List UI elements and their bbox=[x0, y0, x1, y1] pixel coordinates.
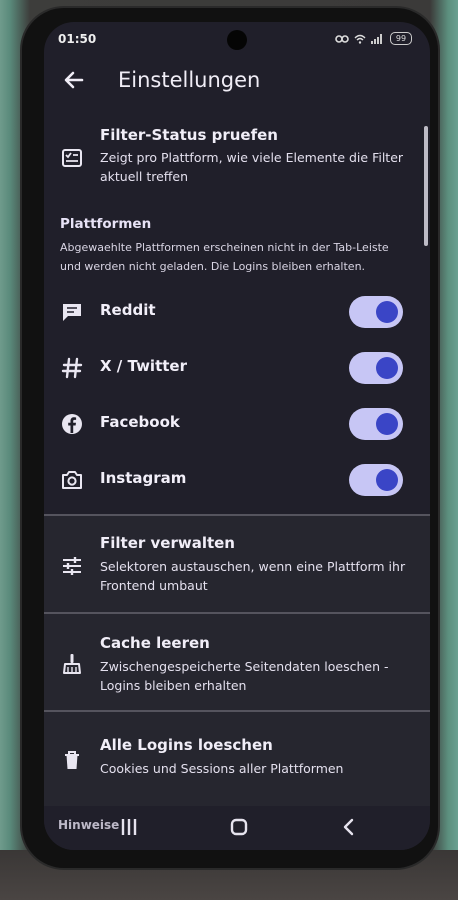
app-bar: Einstellungen bbox=[44, 60, 430, 108]
cache-clear-card[interactable]: Cache leeren Zwischengespeicherte Seiten… bbox=[44, 612, 430, 710]
toggle-x-twitter[interactable] bbox=[349, 352, 403, 384]
trash-icon bbox=[60, 748, 84, 772]
toggle-facebook[interactable] bbox=[349, 408, 403, 440]
platform-label: Reddit bbox=[100, 301, 156, 319]
broom-icon bbox=[60, 652, 84, 676]
toggle-reddit[interactable] bbox=[349, 296, 403, 328]
page-title: Einstellungen bbox=[118, 68, 261, 92]
sliders-icon bbox=[60, 554, 84, 578]
signal-icon bbox=[371, 33, 385, 44]
battery-icon: 99 bbox=[390, 32, 412, 45]
toggle-instagram[interactable] bbox=[349, 464, 403, 496]
status-icons: 99 bbox=[335, 32, 412, 45]
chat-bubble-icon bbox=[60, 300, 84, 324]
platform-label: X / Twitter bbox=[100, 357, 187, 375]
platform-label: Facebook bbox=[100, 413, 180, 431]
filter-manage-subtitle: Selektoren austauschen, wenn eine Plattf… bbox=[100, 559, 406, 593]
toggle-knob bbox=[376, 469, 398, 491]
back-nav-icon[interactable] bbox=[336, 816, 362, 838]
phone-screen: 01:50 99 Einstellungen Filter-Status pru… bbox=[44, 22, 430, 850]
section-header-platforms: Plattformen bbox=[60, 216, 152, 232]
home-icon[interactable] bbox=[226, 816, 252, 838]
section-description-platforms: Abgewaehlte Plattformen erscheinen nicht… bbox=[60, 241, 389, 273]
toggle-knob bbox=[376, 357, 398, 379]
status-time: 01:50 bbox=[58, 32, 97, 46]
back-arrow-icon[interactable] bbox=[62, 68, 86, 92]
cache-clear-subtitle: Zwischengespeicherte Seitendaten loesche… bbox=[100, 659, 389, 693]
wifi-icon bbox=[354, 34, 366, 44]
platform-row-reddit[interactable]: Reddit bbox=[44, 288, 430, 336]
status-bar: 01:50 99 bbox=[44, 22, 430, 56]
platform-row-instagram[interactable]: Instagram bbox=[44, 456, 430, 504]
camera-icon bbox=[60, 468, 84, 492]
platform-row-x-twitter[interactable]: X / Twitter bbox=[44, 344, 430, 392]
hashtag-icon bbox=[60, 356, 84, 380]
camera-cutout bbox=[227, 30, 247, 50]
toggle-knob bbox=[376, 301, 398, 323]
filter-manage-title: Filter verwalten bbox=[100, 534, 235, 552]
hint-label[interactable]: Hinweise bbox=[58, 818, 119, 832]
toggle-knob bbox=[376, 413, 398, 435]
recent-apps-icon[interactable] bbox=[116, 816, 142, 838]
filter-status-title: Filter-Status pruefen bbox=[100, 126, 278, 144]
logins-delete-card[interactable]: Alle Logins loeschen Cookies und Session… bbox=[44, 710, 430, 806]
facebook-icon bbox=[60, 412, 84, 436]
platform-label: Instagram bbox=[100, 469, 187, 487]
link-icon bbox=[335, 34, 349, 44]
filter-manage-card[interactable]: Filter verwalten Selektoren austauschen,… bbox=[44, 514, 430, 612]
cache-clear-title: Cache leeren bbox=[100, 634, 210, 652]
platform-row-facebook[interactable]: Facebook bbox=[44, 400, 430, 448]
list-check-icon bbox=[60, 146, 84, 170]
filter-status-subtitle: Zeigt pro Plattform, wie viele Elemente … bbox=[100, 150, 404, 184]
system-navigation-bar: Hinweise bbox=[44, 808, 430, 850]
logins-delete-subtitle: Cookies und Sessions aller Plattformen bbox=[100, 761, 344, 776]
filter-status-row[interactable]: Filter-Status pruefen Zeigt pro Plattfor… bbox=[44, 122, 430, 192]
logins-delete-title: Alle Logins loeschen bbox=[100, 736, 273, 754]
